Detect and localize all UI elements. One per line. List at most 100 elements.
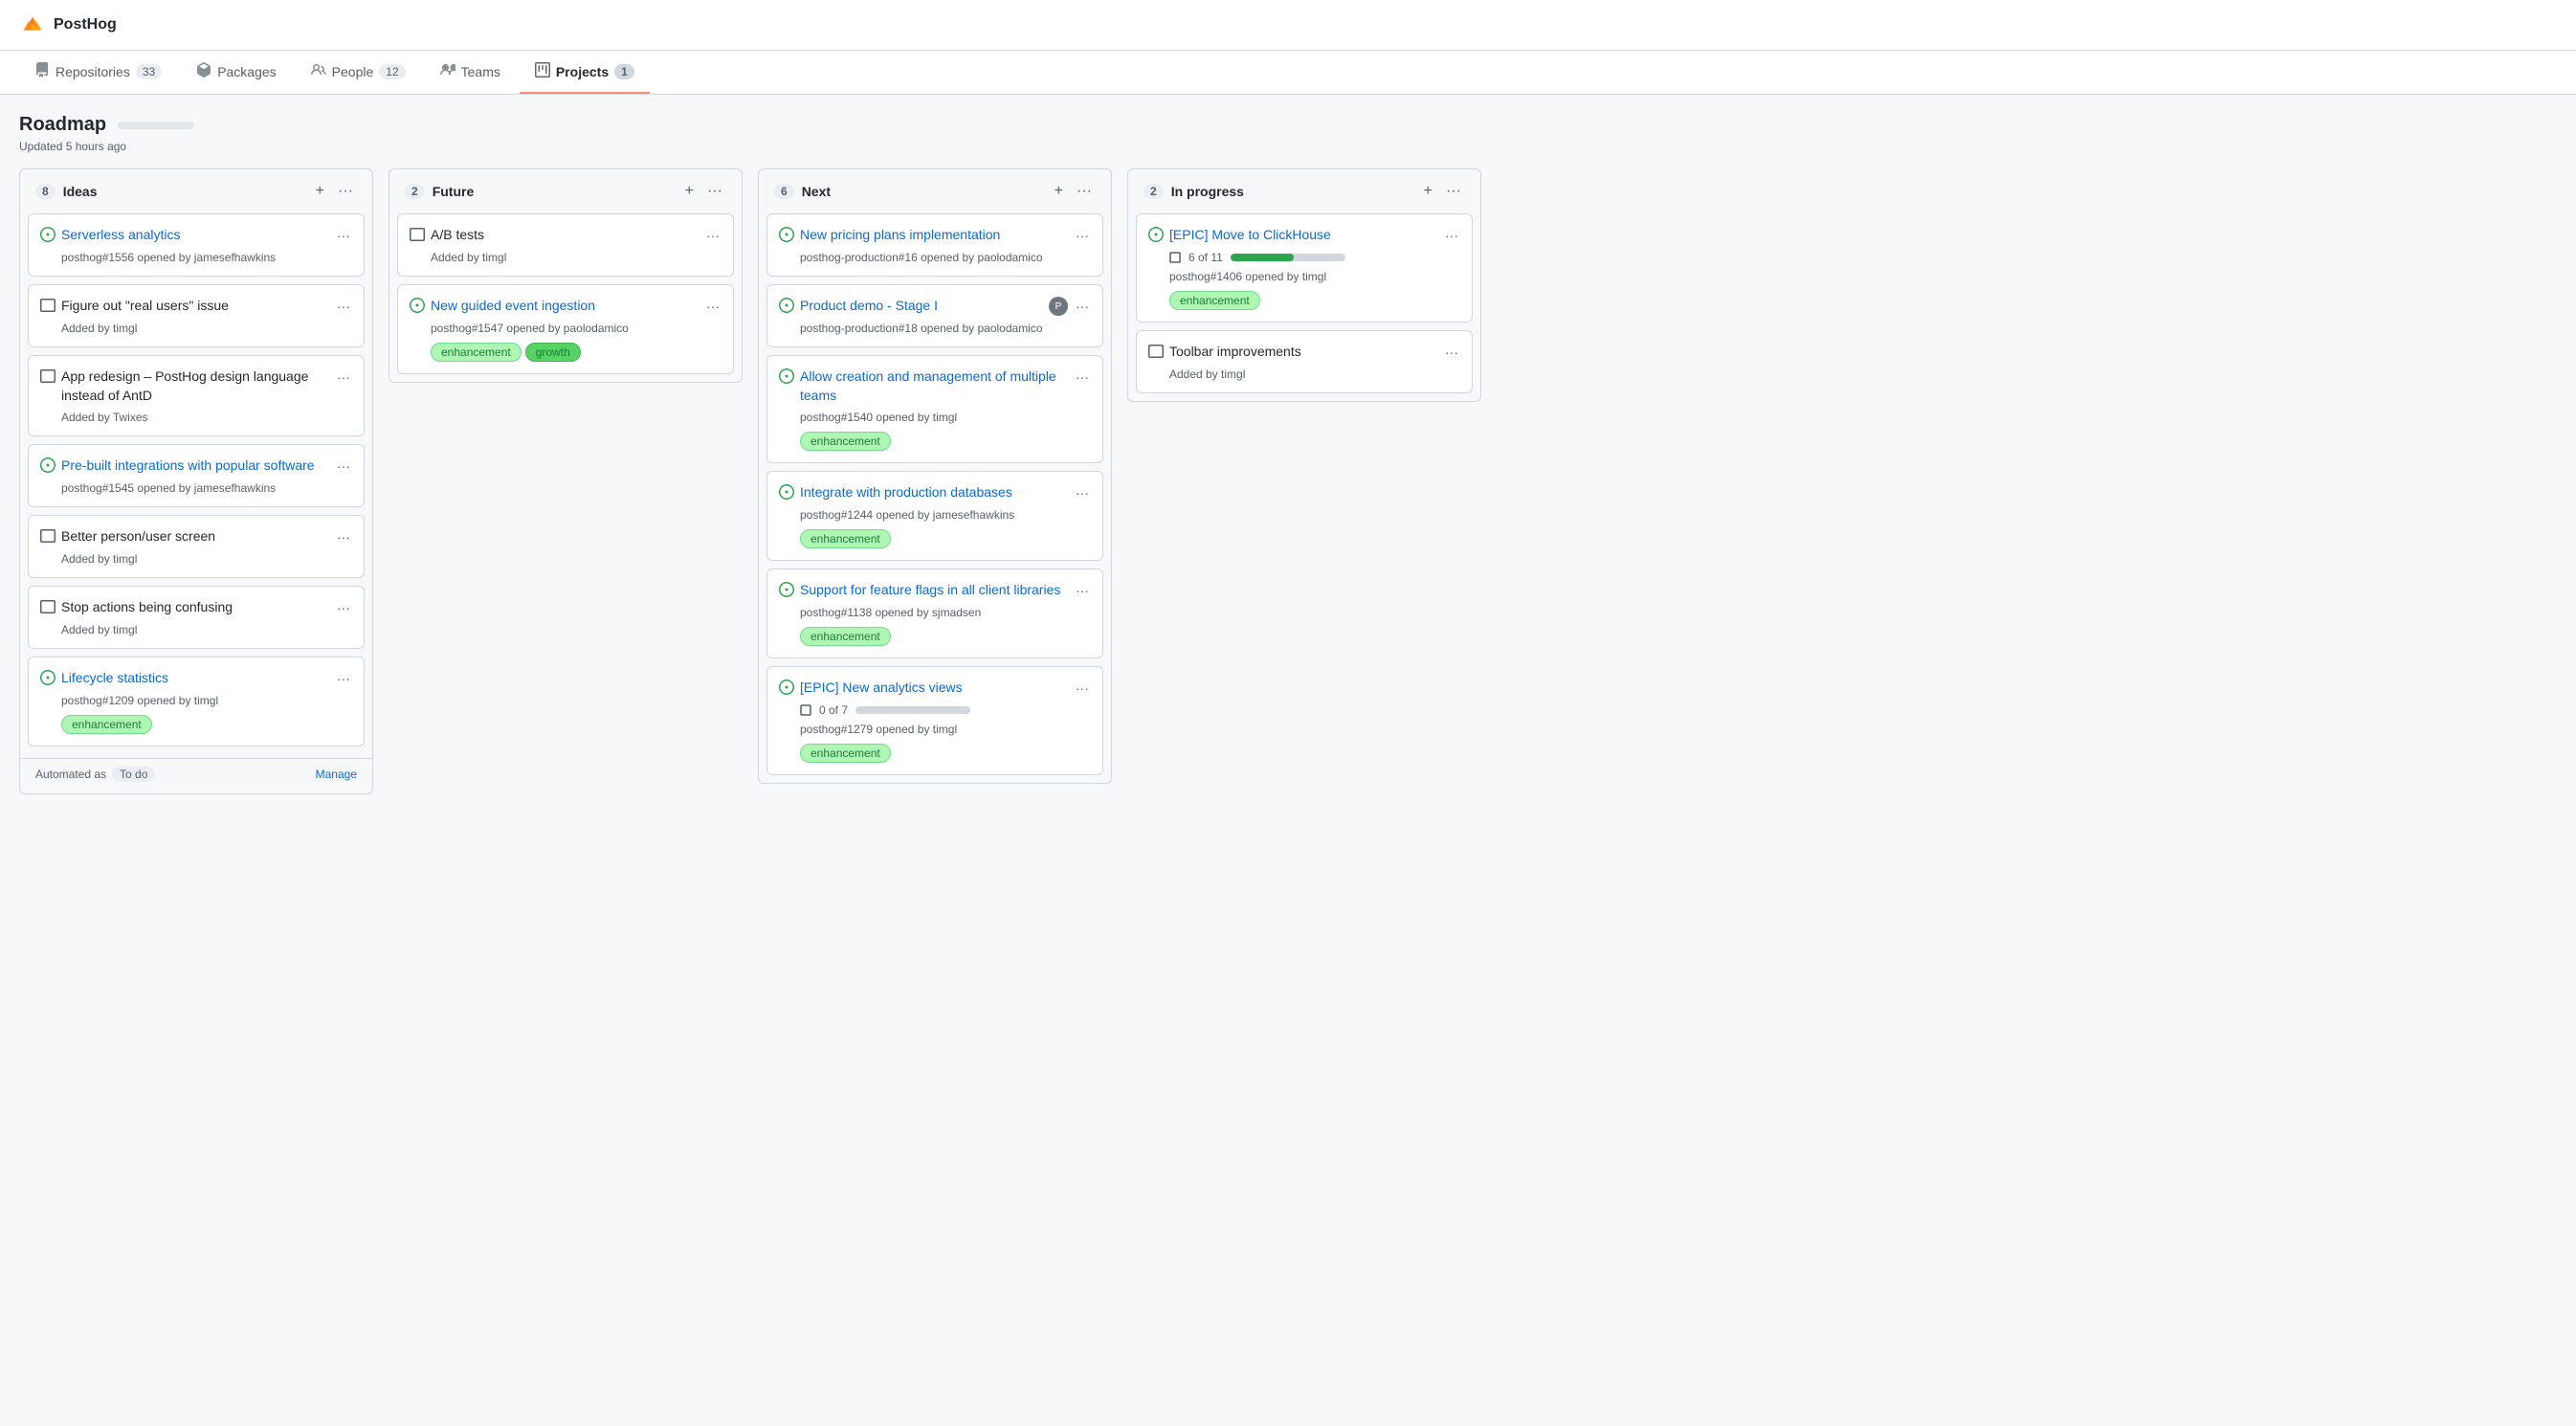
- page-content: Roadmap Updated 5 hours ago 8 Ideas + ··…: [0, 95, 2576, 833]
- card-new-pricing-title[interactable]: New pricing plans implementation: [800, 226, 1068, 245]
- card-move-to-clickhouse-title[interactable]: [EPIC] Move to ClickHouse: [1169, 226, 1437, 245]
- card-app-redesign-menu[interactable]: ···: [335, 368, 352, 387]
- future-menu-button[interactable]: ···: [703, 181, 726, 202]
- add-future-button[interactable]: +: [681, 181, 698, 202]
- column-in-progress: 2 In progress + ··· [EPIC] Move to Click…: [1127, 168, 1481, 402]
- card-allow-creation-title[interactable]: Allow creation and management of multipl…: [800, 368, 1068, 405]
- card-new-analytics-views-tags: enhancement: [779, 744, 1091, 763]
- tab-people-count: 12: [379, 64, 405, 79]
- card-new-analytics-views-meta: posthog#1279 opened by timgl: [779, 723, 1091, 736]
- tab-projects[interactable]: Projects 1: [520, 51, 650, 94]
- card-feature-flags-title[interactable]: Support for feature flags in all client …: [800, 581, 1068, 600]
- card-allow-creation-menu[interactable]: ···: [1074, 368, 1091, 387]
- column-ideas-count: 8: [35, 184, 56, 199]
- column-in-progress-actions: + ···: [1420, 181, 1465, 202]
- projects-icon: [535, 62, 550, 80]
- card-move-to-clickhouse-meta: posthog#1406 opened by timgl: [1148, 270, 1460, 283]
- page-title: Roadmap: [19, 114, 106, 136]
- card-prebuilt-integrations-meta: posthog#1545 opened by jamesefhawkins: [40, 481, 352, 495]
- enhancement-tag-guided: enhancement: [431, 343, 522, 362]
- tab-projects-count: 1: [614, 64, 634, 79]
- in-progress-menu-button[interactable]: ···: [1442, 181, 1465, 202]
- column-ideas-header: 8 Ideas + ···: [20, 169, 372, 213]
- column-next-count: 6: [774, 184, 794, 199]
- card-better-person-screen: Better person/user screen ··· Added by t…: [28, 515, 365, 578]
- card-move-to-clickhouse-menu[interactable]: ···: [1443, 226, 1460, 245]
- card-real-users-menu[interactable]: ···: [335, 297, 352, 316]
- open-issue-icon-analytics: [779, 680, 794, 698]
- card-move-to-clickhouse: [EPIC] Move to ClickHouse ··· 6 of 11 po…: [1136, 213, 1473, 323]
- card-stop-actions-menu[interactable]: ···: [335, 598, 352, 617]
- progress-track-clickhouse: [1231, 254, 1345, 261]
- card-integrate-db-title[interactable]: Integrate with production databases: [800, 483, 1068, 502]
- card-new-pricing-menu[interactable]: ···: [1074, 226, 1091, 245]
- avatar-paolodamico: P: [1049, 297, 1068, 316]
- enhancement-tag: enhancement: [61, 715, 152, 734]
- add-next-button[interactable]: +: [1051, 181, 1067, 202]
- card-lifecycle-statistics-menu[interactable]: ···: [335, 669, 352, 688]
- automated-as-text: Automated as: [35, 768, 106, 781]
- card-new-analytics-views-title[interactable]: [EPIC] New analytics views: [800, 679, 1068, 698]
- page-header: Roadmap Updated 5 hours ago: [19, 114, 2557, 153]
- column-next-actions: + ···: [1051, 181, 1096, 202]
- app-title: PostHog: [54, 16, 117, 33]
- tab-repositories[interactable]: Repositories 33: [19, 51, 177, 94]
- enhancement-tag-teams: enhancement: [800, 432, 891, 451]
- add-ideas-button[interactable]: +: [312, 181, 328, 202]
- tab-people[interactable]: People 12: [296, 51, 421, 94]
- card-integrate-db-menu[interactable]: ···: [1074, 483, 1091, 502]
- card-lifecycle-statistics-title[interactable]: Lifecycle statistics: [61, 669, 329, 688]
- card-stop-actions-meta: Added by timgl: [40, 623, 352, 636]
- add-in-progress-button[interactable]: +: [1420, 181, 1436, 202]
- app-logo: [19, 11, 46, 38]
- card-feature-flags-menu[interactable]: ···: [1074, 581, 1091, 600]
- progress-track-analytics: [855, 706, 970, 714]
- card-new-analytics-views-menu[interactable]: ···: [1074, 679, 1091, 698]
- open-issue-icon-2: [40, 457, 56, 476]
- card-real-users-title: Figure out "real users" issue: [61, 297, 329, 316]
- card-ab-tests: A/B tests ··· Added by timgl: [397, 213, 734, 277]
- card-product-demo: Product demo - Stage I P ··· posthog-pro…: [766, 284, 1103, 347]
- card-serverless-analytics-menu[interactable]: ···: [335, 226, 352, 245]
- card-prebuilt-integrations-menu[interactable]: ···: [335, 457, 352, 476]
- card-allow-creation-tags: enhancement: [779, 432, 1091, 451]
- open-issue-icon-teams: [779, 368, 794, 387]
- progress-text-clickhouse: 6 of 11: [1188, 251, 1223, 264]
- ideas-menu-button[interactable]: ···: [334, 181, 357, 202]
- card-feature-flags: Support for feature flags in all client …: [766, 568, 1103, 658]
- column-next-title: Next: [802, 184, 1043, 199]
- card-toolbar-improvements-menu[interactable]: ···: [1443, 343, 1460, 362]
- card-guided-ingestion: New guided event ingestion ··· posthog#1…: [397, 284, 734, 374]
- card-ab-tests-menu[interactable]: ···: [704, 226, 722, 245]
- progress-fill-clickhouse: [1231, 254, 1294, 261]
- card-product-demo-title[interactable]: Product demo - Stage I: [800, 297, 1039, 316]
- tab-projects-label: Projects: [556, 64, 609, 79]
- enhancement-tag-flags: enhancement: [800, 627, 891, 646]
- title-divider: [118, 122, 194, 129]
- card-prebuilt-integrations-title[interactable]: Pre-built integrations with popular soft…: [61, 457, 329, 476]
- draft-icon-2: [40, 368, 56, 387]
- card-guided-ingestion-menu[interactable]: ···: [704, 297, 722, 316]
- page-subtitle: Updated 5 hours ago: [19, 140, 2557, 153]
- card-allow-creation-meta: posthog#1540 opened by timgl: [779, 411, 1091, 424]
- tab-teams[interactable]: Teams: [425, 51, 516, 94]
- manage-link[interactable]: Manage: [316, 768, 357, 781]
- card-lifecycle-statistics: Lifecycle statistics ··· posthog#1209 op…: [28, 657, 365, 746]
- card-guided-ingestion-tags: enhancement growth: [410, 343, 722, 362]
- card-better-person-menu[interactable]: ···: [335, 527, 352, 546]
- tab-packages[interactable]: Packages: [181, 51, 291, 94]
- card-serverless-analytics-title[interactable]: Serverless analytics: [61, 226, 329, 245]
- card-prebuilt-integrations: Pre-built integrations with popular soft…: [28, 444, 365, 507]
- next-menu-button[interactable]: ···: [1073, 181, 1096, 202]
- tab-repositories-count: 33: [136, 64, 162, 79]
- card-allow-creation: Allow creation and management of multipl…: [766, 355, 1103, 463]
- column-future-title: Future: [433, 184, 674, 199]
- column-ideas-actions: + ···: [312, 181, 357, 202]
- card-toolbar-improvements: Toolbar improvements ··· Added by timgl: [1136, 330, 1473, 393]
- column-future-count: 2: [405, 184, 425, 199]
- card-feature-flags-tags: enhancement: [779, 627, 1091, 646]
- column-future-cards: A/B tests ··· Added by timgl New guided …: [389, 213, 742, 382]
- card-product-demo-menu[interactable]: ···: [1074, 297, 1091, 316]
- column-in-progress-cards: [EPIC] Move to ClickHouse ··· 6 of 11 po…: [1128, 213, 1480, 401]
- card-guided-ingestion-title[interactable]: New guided event ingestion: [431, 297, 699, 316]
